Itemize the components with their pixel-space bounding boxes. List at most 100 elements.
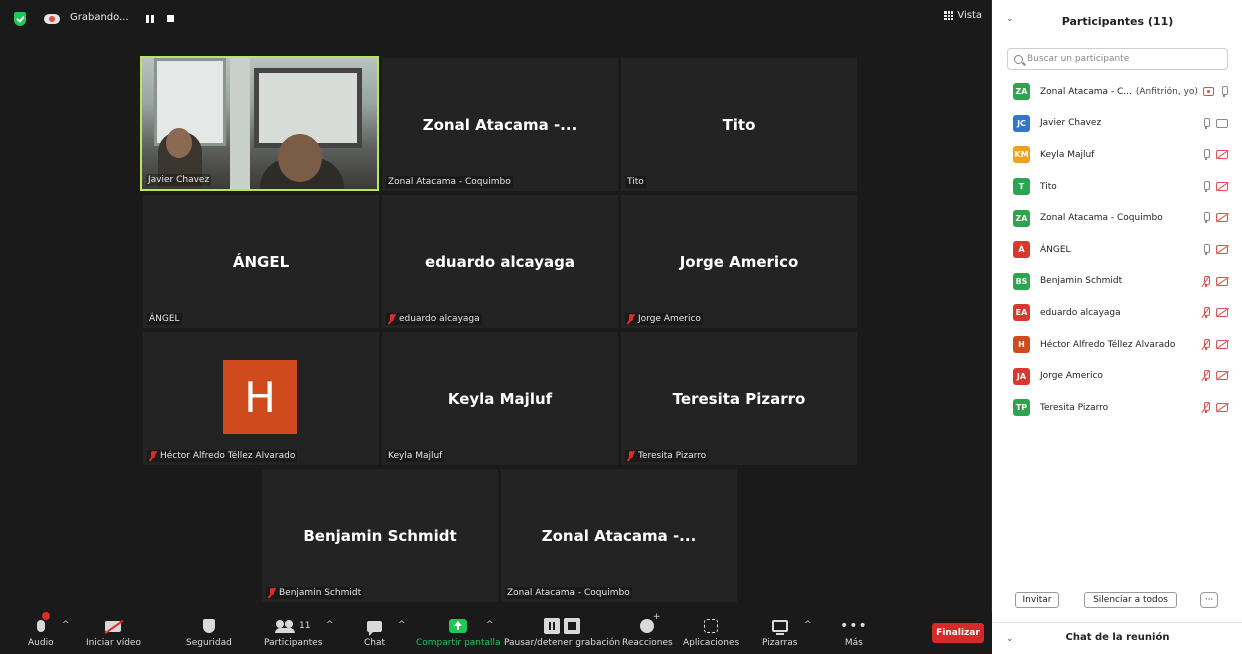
participant-search-input[interactable] [1027, 54, 1217, 64]
pause-recording-icon[interactable] [146, 15, 154, 23]
more-dots-icon: ••• [840, 618, 868, 634]
view-button[interactable]: Vista [944, 10, 982, 21]
video-off-icon[interactable] [1216, 213, 1228, 223]
participant-avatar: EA [1013, 304, 1030, 322]
participant-avatar: TP [1013, 399, 1030, 417]
chat-button[interactable]: Chat [364, 616, 385, 648]
video-tile[interactable]: eduardo alcayaga eduardo alcayaga [382, 195, 618, 328]
microphone-icon[interactable] [1202, 149, 1210, 161]
tile-display-name: Keyla Majluf [447, 389, 553, 408]
participant-row[interactable]: KM Keyla Majluf [993, 139, 1242, 171]
participant-row[interactable]: BS Benjamin Schmidt [993, 266, 1242, 298]
tile-display-name: Jorge Americo [679, 252, 799, 271]
meeting-chat-header[interactable]: ⌄ Chat de la reunión [993, 622, 1242, 654]
microphone-icon[interactable] [1202, 117, 1210, 129]
recording-status: Grabando... [70, 12, 129, 23]
chat-label: Chat [364, 638, 386, 648]
tile-name-label: Zonal Atacama - Coquimbo [505, 587, 632, 599]
video-off-icon[interactable] [1216, 339, 1228, 349]
chat-options-caret-icon[interactable]: ^ [398, 620, 406, 630]
microphone-icon[interactable] [1202, 180, 1210, 192]
participant-name: Zonal Atacama - Coquimbo [1040, 213, 1163, 224]
stop-recording-icon[interactable] [167, 15, 174, 22]
video-off-icon[interactable] [1216, 150, 1228, 160]
tile-display-name: ÁNGEL [232, 252, 290, 271]
video-tile[interactable]: ÁNGEL ÁNGEL [143, 195, 379, 328]
video-off-icon[interactable] [1216, 244, 1228, 254]
security-button[interactable]: Seguridad [186, 616, 232, 648]
chat-bubble-icon [367, 620, 383, 636]
invite-button[interactable]: Invitar [1015, 592, 1059, 608]
meeting-toolbar: Audio ^ Iniciar vídeo Seguridad 11 Parti… [0, 612, 992, 654]
apps-icon [704, 619, 719, 633]
whiteboards-button[interactable]: Pizarras [762, 616, 797, 648]
participants-count: 11 [298, 621, 311, 631]
video-off-icon[interactable] [1216, 181, 1228, 191]
participant-avatar: ZA [1013, 83, 1030, 101]
video-tile[interactable]: Keyla Majluf Keyla Majluf [382, 332, 618, 465]
participant-row[interactable]: ZA Zonal Atacama - Coquimbo [993, 202, 1242, 234]
mic-muted-icon[interactable] [1201, 275, 1210, 287]
more-options-button[interactable]: ··· [1200, 592, 1218, 608]
security-label: Seguridad [186, 638, 232, 648]
participant-status-icons [1202, 180, 1228, 192]
mic-muted-icon[interactable] [1201, 370, 1210, 382]
video-tile-javier-chavez[interactable]: Javier Chavez [140, 56, 379, 191]
more-button[interactable]: ••• Más [840, 616, 868, 648]
video-tile[interactable]: Zonal Atacama -... Zonal Atacama - Coqui… [501, 469, 737, 602]
video-tile[interactable]: Zonal Atacama -... Zonal Atacama - Coqui… [382, 58, 618, 191]
participant-row[interactable]: EA eduardo alcayaga [993, 297, 1242, 329]
participant-row[interactable]: JA Jorge Americo [993, 360, 1242, 392]
video-tile[interactable]: Jorge Americo Jorge Americo [621, 195, 857, 328]
security-shield-icon[interactable] [14, 12, 26, 26]
video-off-icon[interactable] [1216, 371, 1228, 381]
video-tile[interactable]: Benjamin Schmidt Benjamin Schmidt [262, 469, 498, 602]
sharing-icon[interactable] [1203, 87, 1214, 96]
participant-search[interactable] [1007, 48, 1228, 70]
whiteboards-options-caret-icon[interactable]: ^ [804, 620, 812, 630]
mute-all-button[interactable]: Silenciar a todos [1084, 592, 1177, 608]
reactions-button[interactable]: Reacciones [622, 612, 673, 648]
participants-title: Participantes (11) [1061, 15, 1174, 28]
microphone-icon[interactable] [1202, 212, 1210, 224]
audio-options-caret-icon[interactable]: ^ [62, 620, 70, 630]
microphone-icon[interactable] [1202, 243, 1210, 255]
tile-name-label: Tito [625, 176, 646, 188]
start-video-button[interactable]: Iniciar vídeo [86, 616, 141, 648]
search-icon [1014, 54, 1023, 64]
pause-stop-recording-button[interactable]: Pausar/detener grabación [504, 616, 620, 648]
video-tile[interactable]: Tito Tito [621, 58, 857, 191]
participant-row[interactable]: TP Teresita Pizarro [993, 392, 1242, 424]
audio-button[interactable]: Audio [28, 612, 54, 648]
participant-row[interactable]: H Héctor Alfredo Téllez Alvarado [993, 329, 1242, 361]
video-off-icon[interactable] [1216, 276, 1228, 286]
tile-display-name: Benjamin Schmidt [303, 526, 457, 545]
participant-row[interactable]: T Tito [993, 171, 1242, 203]
video-icon[interactable] [1216, 118, 1228, 128]
reactions-label: Reacciones [622, 638, 673, 648]
cloud-recording-icon [44, 11, 60, 25]
participants-options-caret-icon[interactable]: ^ [326, 620, 334, 630]
participant-row[interactable]: Á ÁNGEL [993, 234, 1242, 266]
participant-row[interactable]: ZA Zonal Atacama - C... (Anfitrión, yo) [993, 76, 1242, 108]
video-off-icon[interactable] [1216, 308, 1228, 318]
participants-icon [274, 620, 296, 633]
participant-status-icons [1201, 338, 1228, 350]
video-off-icon[interactable] [1216, 402, 1228, 412]
participant-row[interactable]: JC Javier Chavez [993, 108, 1242, 140]
participant-avatar: JC [1013, 114, 1030, 132]
participants-button[interactable]: 11 Participantes [264, 616, 322, 648]
video-tile[interactable]: H Héctor Alfredo Téllez Alvarado [143, 332, 379, 465]
mic-muted-icon[interactable] [1201, 338, 1210, 350]
mic-muted-icon[interactable] [1201, 401, 1210, 414]
muted-mic-icon [627, 451, 635, 461]
participants-header: ⌄ Participantes (11) [993, 0, 1242, 42]
share-options-caret-icon[interactable]: ^ [486, 620, 494, 630]
participant-actions: Invitar Silenciar a todos ··· [993, 592, 1242, 610]
mic-muted-icon[interactable] [1201, 307, 1210, 319]
video-tile[interactable]: Teresita Pizarro Teresita Pizarro [621, 332, 857, 465]
end-meeting-button[interactable]: Finalizar [932, 623, 984, 643]
microphone-icon[interactable] [1220, 86, 1228, 97]
participant-name: Keyla Majluf [1040, 149, 1095, 160]
apps-button[interactable]: Aplicaciones [683, 616, 739, 648]
